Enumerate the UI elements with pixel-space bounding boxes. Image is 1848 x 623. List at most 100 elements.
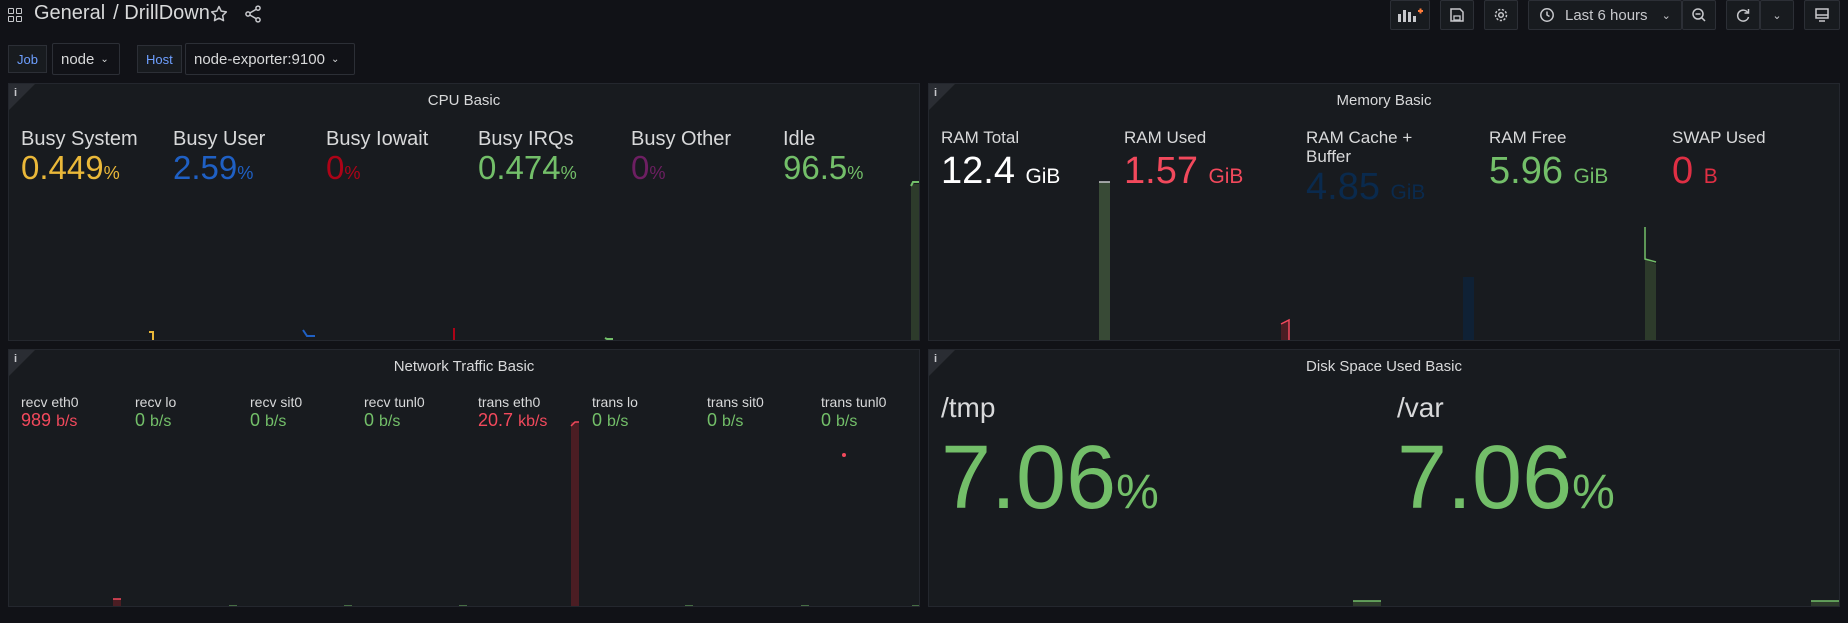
stat-label: trans lo	[592, 394, 638, 410]
cpu-sparklines	[149, 181, 919, 340]
time-range-picker[interactable]: Last 6 hours ⌄	[1528, 0, 1682, 30]
save-dashboard-button[interactable]	[1440, 0, 1474, 30]
stat-label: RAM Cache + Buffer	[1306, 128, 1413, 166]
network-stat-recv-eth0: recv eth0 989 b/s	[21, 394, 79, 431]
chevron-down-icon: ⌄	[1661, 9, 1671, 22]
stat-value: 0 b/s	[364, 410, 401, 430]
host-variable-select[interactable]: node-exporter:9100 ⌄	[185, 43, 355, 75]
stat-label: RAM Free	[1489, 128, 1567, 147]
job-variable-value: node	[61, 50, 95, 68]
network-stat-recv-lo: recv lo 0 b/s	[135, 394, 176, 431]
memory-stat-ram-free: RAM Free 5.96 GiB	[1489, 128, 1608, 193]
stat-label: Busy User	[173, 128, 266, 150]
cpu-stat-busy-other: Busy Other 0%	[631, 128, 731, 187]
stat-value: 4.85 GiB	[1306, 166, 1426, 208]
network-stat-trans-tunl0: trans tunl0 0 b/s	[821, 394, 886, 431]
stat-label: trans tunl0	[821, 394, 887, 410]
stat-value: 7.06%	[1397, 428, 1615, 528]
stat-value: 989 b/s	[21, 410, 78, 430]
stat-value: 12.4 GiB	[941, 150, 1061, 192]
network-stat-recv-tunl0: recv tunl0 0 b/s	[364, 394, 425, 431]
disk-space-used-basic-panel[interactable]: i Disk Space Used Basic /tmp 7.06% /var …	[928, 349, 1840, 607]
time-range-label: Last 6 hours	[1565, 6, 1648, 24]
memory-stat-ram-total: RAM Total 12.4 GiB	[941, 128, 1060, 193]
dashboards-grid-icon[interactable]	[8, 8, 22, 22]
clock-icon	[1540, 8, 1554, 22]
memory-sparklines	[1099, 181, 1657, 340]
stat-label: RAM Used	[1124, 128, 1207, 147]
disk-stat-tmp: /tmp 7.06%	[941, 392, 1159, 543]
breadcrumb-folder[interactable]: General	[34, 2, 105, 24]
stat-label: Busy IRQs	[478, 128, 574, 150]
network-sparklines	[113, 421, 919, 606]
stat-label: trans eth0	[478, 394, 541, 410]
stat-value: 0 B	[1672, 150, 1718, 192]
host-variable-value: node-exporter:9100	[194, 50, 325, 68]
job-variable-select[interactable]: node ⌄	[52, 43, 120, 75]
stat-value: 2.59%	[173, 149, 254, 186]
stat-value: 0 b/s	[707, 410, 744, 430]
gear-icon	[1494, 8, 1508, 22]
stat-value: 0%	[631, 149, 666, 186]
add-panel-button[interactable]	[1390, 0, 1430, 30]
cpu-stat-busy-iowait: Busy Iowait 0%	[326, 128, 428, 187]
stat-label: trans sit0	[707, 394, 764, 410]
stat-value: 5.96 GiB	[1489, 150, 1609, 192]
disk-stat-var: /var 7.06%	[1397, 392, 1615, 543]
stat-value: 0.449%	[21, 149, 120, 186]
breadcrumb-dashboard[interactable]: / DrillDown	[113, 2, 210, 24]
variable-label-host: Host	[137, 45, 182, 73]
stat-label: recv eth0	[21, 394, 79, 410]
stat-label: recv lo	[135, 394, 177, 410]
share-icon[interactable]	[243, 4, 263, 24]
settings-button[interactable]	[1484, 0, 1518, 30]
cpu-stat-busy-user: Busy User 2.59%	[173, 128, 265, 187]
stat-label: recv sit0	[250, 394, 303, 410]
stat-value: 0 b/s	[250, 410, 287, 430]
stat-value: 0 b/s	[821, 410, 858, 430]
network-stat-trans-eth0: trans eth0 20.7 kb/s	[478, 394, 547, 431]
stat-label: /tmp	[941, 392, 996, 423]
star-icon[interactable]	[209, 4, 229, 24]
breadcrumb: General / DrillDown	[34, 2, 216, 25]
network-stat-trans-sit0: trans sit0 0 b/s	[707, 394, 764, 431]
tv-mode-button[interactable]	[1804, 0, 1840, 30]
refresh-interval-dropdown[interactable]: ⌄	[1760, 0, 1794, 30]
zoom-out-button[interactable]	[1682, 0, 1716, 30]
stat-value: 0 b/s	[135, 410, 172, 430]
memory-basic-panel[interactable]: i Memory Basic RAM Total 12.4 GiB RAM Us…	[928, 83, 1840, 341]
memory-stat-ram-used: RAM Used 1.57 GiB	[1124, 128, 1243, 193]
stat-label: Busy System	[21, 128, 138, 150]
stat-value: 0%	[326, 149, 361, 186]
cpu-stat-busy-system: Busy System 0.449%	[21, 128, 138, 187]
network-stat-trans-lo: trans lo 0 b/s	[592, 394, 638, 431]
variable-label-job: Job	[8, 45, 47, 73]
stat-value: 0 b/s	[592, 410, 629, 430]
chevron-down-icon: ⌄	[100, 53, 109, 65]
stat-label: Busy Other	[631, 128, 732, 150]
chevron-down-icon: ⌄	[1772, 9, 1782, 22]
cpu-stat-busy-irqs: Busy IRQs 0.474%	[478, 128, 577, 187]
stat-label: Idle	[783, 128, 816, 150]
stat-label: RAM Total	[941, 128, 1020, 147]
stat-label: recv tunl0	[364, 394, 425, 410]
stat-value: 7.06%	[941, 428, 1159, 528]
zoom-out-icon	[1692, 8, 1706, 22]
refresh-icon	[1736, 9, 1750, 22]
network-traffic-basic-panel[interactable]: i Network Traffic Basic recv eth0 989 b/…	[8, 349, 920, 607]
memory-stat-swap-used: SWAP Used 0 B	[1672, 128, 1766, 193]
stat-value: 1.57 GiB	[1124, 150, 1244, 192]
cpu-basic-panel[interactable]: i CPU Basic Busy System 0.449% Busy User…	[8, 83, 920, 341]
stat-label: SWAP Used	[1672, 128, 1766, 147]
stat-value: 96.5%	[783, 149, 864, 186]
cpu-stat-idle: Idle 96.5%	[783, 128, 863, 187]
stat-value: 20.7 kb/s	[478, 410, 548, 430]
stat-label: /var	[1397, 392, 1444, 423]
refresh-button[interactable]	[1726, 0, 1760, 30]
stat-label: Busy Iowait	[326, 128, 429, 150]
monitor-icon	[1815, 8, 1829, 22]
stat-value: 0.474%	[478, 149, 577, 186]
memory-stat-ram-cache-buffer: RAM Cache + Buffer 4.85 GiB	[1306, 128, 1436, 209]
network-stat-recv-sit0: recv sit0 0 b/s	[250, 394, 302, 431]
chevron-down-icon: ⌄	[330, 53, 340, 65]
